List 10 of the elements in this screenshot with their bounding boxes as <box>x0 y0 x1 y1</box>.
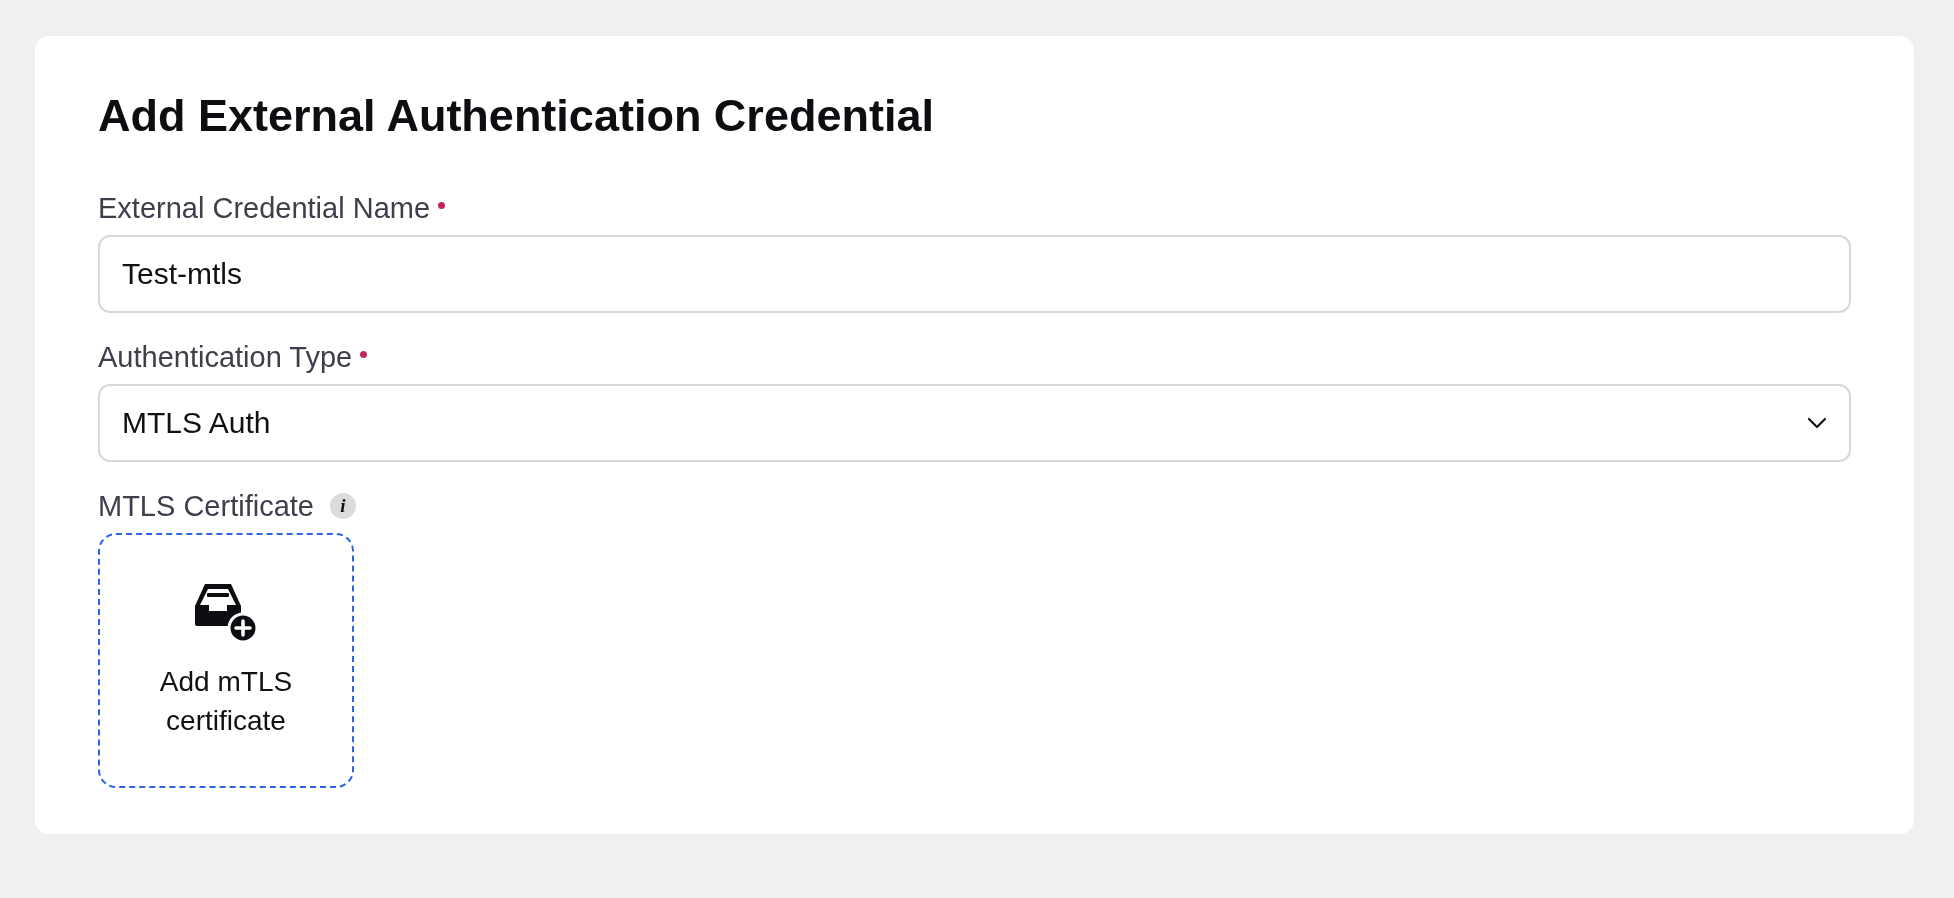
page-title: Add External Authentication Credential <box>98 89 935 143</box>
select-field[interactable]: MTLS Auth <box>98 384 1851 462</box>
chevron-down-icon <box>1807 417 1827 429</box>
info-icon[interactable]: i <box>329 493 356 519</box>
inbox-plus-icon <box>193 581 259 644</box>
field-label: External Credential Name <box>98 191 431 225</box>
field-label: MTLS Certificate <box>98 489 314 523</box>
text-field[interactable]: Test-mtls <box>98 235 1851 313</box>
upload-button[interactable]: Add mTLS certificate <box>98 533 354 788</box>
field-label: Authentication Type <box>98 340 353 374</box>
